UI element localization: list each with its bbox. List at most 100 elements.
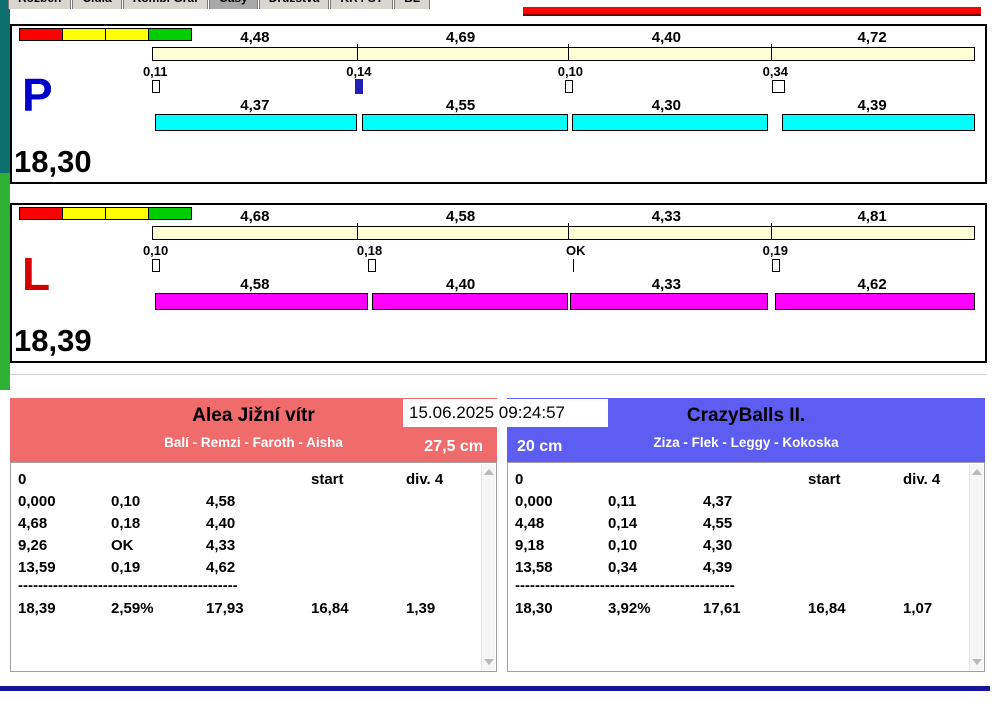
tab-bl[interactable]: BL [394,0,431,9]
jump-height: 27,5 cm [424,438,483,455]
cell: div. 4 [406,471,444,488]
dog-time: 4,55 [446,97,476,114]
lane-letter: L [22,248,51,300]
dog-times-row: 4,58 4,40 4,33 4,62 [152,276,975,293]
changeover-time: 0,11 [142,64,168,79]
scale-bar [152,223,975,240]
team-results-left: 0 start div. 4 0,000 0,10 4,58 4,68 0,18 4,40 … [10,462,497,672]
timeline-track: 4,68 4,58 4,33 4,81 0,10 0,18 OK 0,19 4,… [143,205,975,361]
tab-druzstva[interactable]: Družstva [258,0,330,9]
scroll-up-icon[interactable] [484,469,494,475]
tab-kombi-graf[interactable]: Kombi Graf [122,0,209,9]
tab-casy[interactable]: Časy [209,0,258,9]
dog-run-bar [571,114,768,131]
sensor-marker-wide-icon [771,80,785,93]
cell: 2,59% [111,600,154,617]
cell [903,491,964,513]
cell: 0 [515,471,524,488]
sensor-markers [152,259,975,275]
dog-run-bar [781,114,975,131]
changeover-times-row: 0,10 0,18 OK 0,19 [143,243,975,258]
changeover-times-row: 0,11 0,14 0,10 0,34 [143,64,975,79]
cell [111,469,206,491]
cell [206,469,311,491]
scale-divider [771,44,773,61]
cell: 18,30 [515,600,553,617]
scale-divider [357,44,359,61]
tab-kr-st[interactable]: KR / ST [330,0,394,9]
split-time: 4,40 [651,29,681,46]
results-rows: 0 start div. 4 0,000 0,11 4,37 4,48 0,14 4,55 … [515,469,964,620]
cell [406,513,476,535]
changeover-time: OK [565,243,586,258]
scale-divider [357,223,359,240]
window-bottom-frame [0,686,990,691]
lane-letter: P [22,69,53,121]
cell: 17,61 [703,600,741,617]
datetime-display: 15.06.2025 09:24:57 [403,399,608,427]
cell: 17,93 [206,600,244,617]
cell: 4,62 [206,559,236,576]
cell [406,535,476,557]
dog-time: 4,37 [240,97,270,114]
scroll-down-icon[interactable] [972,659,982,665]
tab-rozbeh[interactable]: Rozběh [8,0,72,9]
cell: 1,07 [903,600,933,617]
cell: 0,10 [608,537,638,554]
dog-time: 4,62 [857,276,887,293]
lane-total-time: 18,30 [14,144,92,179]
table-total-row: 18,30 3,92% 17,61 16,84 1,07 [515,598,964,620]
changeover-time: 0,10 [142,243,169,258]
cell: 3,92% [608,600,651,617]
cell: 4,40 [206,515,236,532]
cell [903,513,964,535]
jump-height: 20 cm [517,438,563,455]
dog-run-bar [570,293,769,310]
cell [808,535,903,557]
cell: 4,33 [206,537,236,554]
cell: start [311,471,344,488]
dog-time: 4,40 [446,276,476,293]
light-yellow-icon [62,207,106,220]
cell: 0 [18,471,27,488]
cell [903,557,964,579]
dog-times-row: 4,37 4,55 4,30 4,39 [152,97,975,114]
cell: 4,48 [515,515,545,532]
cell: 16,84 [808,600,846,617]
table-row: 9,18 0,10 4,30 [515,535,964,557]
team-results-right: 0 start div. 4 0,000 0,11 4,37 4,48 0,14 4,55 … [507,462,985,672]
scrollbar[interactable] [969,464,983,670]
cell [311,557,406,579]
cell [808,491,903,513]
dog-time: 4,58 [240,276,270,293]
scroll-up-icon[interactable] [972,469,982,475]
split-time: 4,81 [857,208,887,225]
team-dogs: Ziza - Flek - Leggy - Kokoska [653,435,839,450]
cell [808,557,903,579]
cell [608,469,703,491]
cell: 0,000 [18,493,56,510]
split-time: 4,58 [446,208,476,225]
sensor-marker-icon [565,80,574,93]
lane-panel-l: L 18,39 4,68 4,58 4,33 4,81 0,10 0,18 OK… [10,203,987,363]
sensor-markers [152,79,975,96]
split-time: 4,33 [651,208,681,225]
dog-run-bar [361,114,568,131]
cell: OK [111,537,134,554]
scroll-down-icon[interactable] [484,659,494,665]
split-times-row: 4,48 4,69 4,40 4,72 [152,29,975,46]
scrollbar[interactable] [481,464,495,670]
cell: 16,84 [311,600,349,617]
table-total-row: 18,39 2,59% 17,93 16,84 1,39 [18,598,476,620]
light-red-icon [19,28,63,41]
cell: div. 4 [903,471,941,488]
changeover-time: 0,18 [356,243,383,258]
flyball-timing-app: RozběhČidlaKombi GrafČasyDružstvaKR / ST… [0,0,995,716]
sensor-marker-icon [152,80,160,93]
cell: 4,68 [18,515,48,532]
separator-line: ----------------------------------------… [18,579,238,594]
tab-cidla[interactable]: Čidla [72,0,122,9]
sensor-marker-icon [152,259,160,272]
cell: 13,59 [18,559,56,576]
changeover-time: 0,19 [762,243,788,258]
